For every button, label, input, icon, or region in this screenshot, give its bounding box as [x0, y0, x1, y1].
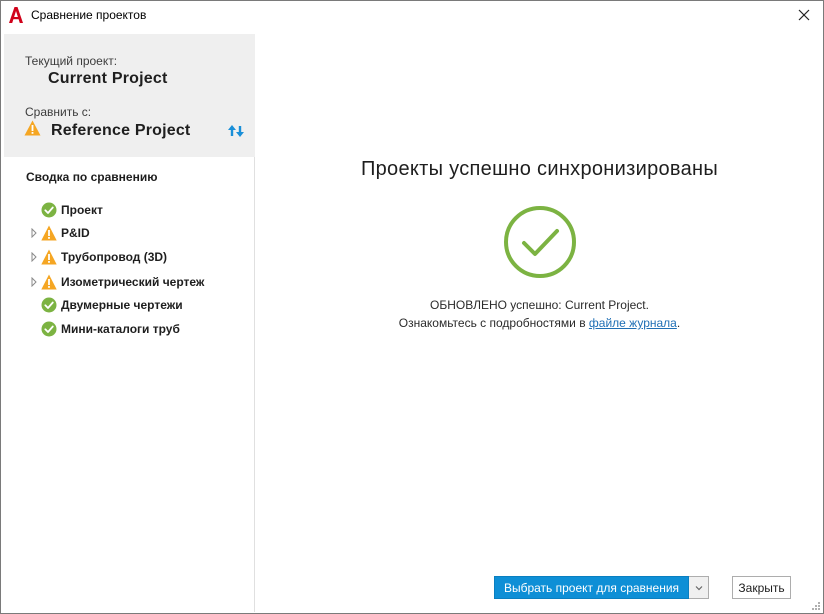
warning-icon — [41, 274, 57, 290]
sync-headline: Проекты успешно синхронизированы — [360, 158, 719, 180]
expand-arrow-icon[interactable] — [30, 277, 38, 287]
tree-item-label: Трубопровод (3D) — [61, 250, 168, 264]
expand-arrow-icon[interactable] — [30, 252, 38, 262]
log-message-prefix: Ознакомьтесь с подробностями в — [398, 316, 589, 330]
tree-item[interactable]: Трубопровод (3D) — [4, 246, 255, 268]
warning-icon — [41, 225, 57, 241]
tree-item-label: Мини-каталоги труб — [61, 322, 180, 336]
warning-icon — [24, 120, 41, 136]
project-compare-dialog: Сравнение проектов Текущий проект: Curre… — [0, 0, 824, 614]
reference-project-name: Reference Project — [51, 122, 191, 139]
left-panel: Текущий проект: Current Project Сравнить… — [4, 34, 255, 612]
close-window-button[interactable] — [791, 3, 817, 27]
swap-arrows-icon[interactable] — [226, 121, 246, 141]
tree-item[interactable]: Изометрический чертеж — [4, 271, 255, 293]
check-circle-icon — [41, 297, 57, 313]
close-icon — [798, 9, 810, 21]
tree-item-label: P&ID — [61, 226, 90, 240]
warning-icon — [41, 249, 57, 265]
log-file-link[interactable]: файле журнала — [589, 316, 677, 330]
tree-item-label: Двумерные чертежи — [61, 298, 183, 312]
current-project-label: Текущий проект: — [25, 54, 118, 68]
select-project-button[interactable]: Выбрать проект для сравнения — [494, 576, 689, 599]
resize-grip-icon[interactable] — [811, 601, 821, 611]
select-project-dropdown[interactable] — [689, 576, 709, 599]
chevron-down-icon — [695, 585, 702, 590]
close-button[interactable]: Закрыть — [732, 576, 791, 599]
tree-item-label: Проект — [61, 203, 103, 217]
summary-title: Сводка по сравнению — [26, 170, 158, 184]
current-project-name: Current Project — [48, 70, 168, 87]
compare-with-label: Сравнить с: — [25, 105, 92, 119]
window-title: Сравнение проектов — [31, 8, 147, 22]
expand-arrow-icon[interactable] — [30, 228, 38, 238]
log-message: Ознакомьтесь с подробностями в файле жур… — [256, 316, 823, 330]
tree-item[interactable]: P&ID — [4, 222, 255, 244]
select-project-split-button: Выбрать проект для сравнения — [494, 576, 709, 599]
project-header: Текущий проект: Current Project Сравнить… — [4, 34, 255, 157]
main-content: Проекты успешно синхронизированы ОБНОВЛЕ… — [256, 34, 823, 612]
check-circle-icon — [41, 321, 57, 337]
success-check-circle-icon — [504, 206, 576, 278]
tree-item-label: Изометрический чертеж — [61, 275, 205, 289]
status-message: ОБНОВЛЕНО успешно: Current Project. — [430, 298, 649, 312]
tree-item[interactable]: Мини-каталоги труб — [4, 318, 255, 340]
check-circle-icon — [41, 202, 57, 218]
autocad-a-icon — [9, 7, 23, 23]
title-bar: Сравнение проектов — [1, 1, 823, 31]
tree-item[interactable]: Двумерные чертежи — [4, 294, 255, 316]
log-message-suffix: . — [676, 316, 681, 330]
tree-item[interactable]: Проект — [4, 199, 255, 221]
